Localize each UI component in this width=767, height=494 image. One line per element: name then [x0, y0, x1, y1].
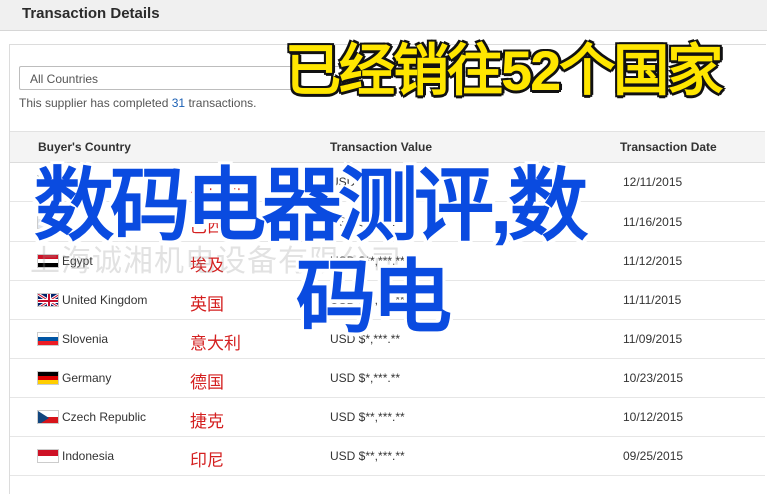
buyer-country: Czech Republic: [62, 410, 147, 424]
headline-line-1: 数码电器测评,数: [34, 161, 588, 250]
headline-overlay: 数码电器测评,数 码电: [34, 160, 734, 344]
table-row: Germany 德国 USD $*,***.** 10/23/2015: [10, 358, 765, 398]
table-header: Buyer's Country Transaction Value Transa…: [10, 131, 765, 163]
table-row: Czech Republic 捷克 USD $**,***.** 10/12/2…: [10, 397, 765, 437]
column-header-date[interactable]: Transaction Date: [620, 140, 717, 154]
transaction-value: USD $*,***.**: [330, 371, 401, 385]
indonesia-flag-icon: [37, 449, 59, 463]
buyer-country: Germany: [62, 371, 112, 385]
transaction-summary: This supplier has completed 31 transacti…: [19, 96, 256, 110]
transaction-count: 31: [171, 96, 186, 110]
transaction-date: 10/23/2015: [623, 371, 684, 385]
germany-flag-icon: [37, 371, 59, 385]
headline-line-2: 码电: [296, 253, 452, 342]
country-label-cn: 捷克: [190, 412, 224, 431]
czech-flag-icon: [37, 410, 59, 424]
export-banner-overlay: 已经销往52个国家: [285, 39, 723, 102]
summary-suffix: transactions.: [185, 96, 257, 110]
transaction-value: USD $**,***.**: [330, 410, 405, 424]
page-title: Transaction Details: [22, 5, 160, 22]
country-label-cn: 印尼: [190, 451, 224, 470]
country-label-cn: 德国: [190, 373, 224, 392]
buyer-country: Indonesia: [62, 449, 115, 463]
transaction-date: 09/25/2015: [623, 449, 684, 463]
column-header-value[interactable]: Transaction Value: [330, 140, 432, 154]
table-row: Indonesia 印尼 USD $**,***.** 09/25/2015: [10, 436, 765, 476]
czech-flag-graphic: [38, 411, 49, 423]
transaction-value: USD $**,***.**: [330, 449, 405, 463]
column-header-country[interactable]: Buyer's Country: [38, 140, 131, 154]
transaction-date: 10/12/2015: [623, 410, 684, 424]
summary-prefix: This supplier has completed: [19, 96, 172, 110]
